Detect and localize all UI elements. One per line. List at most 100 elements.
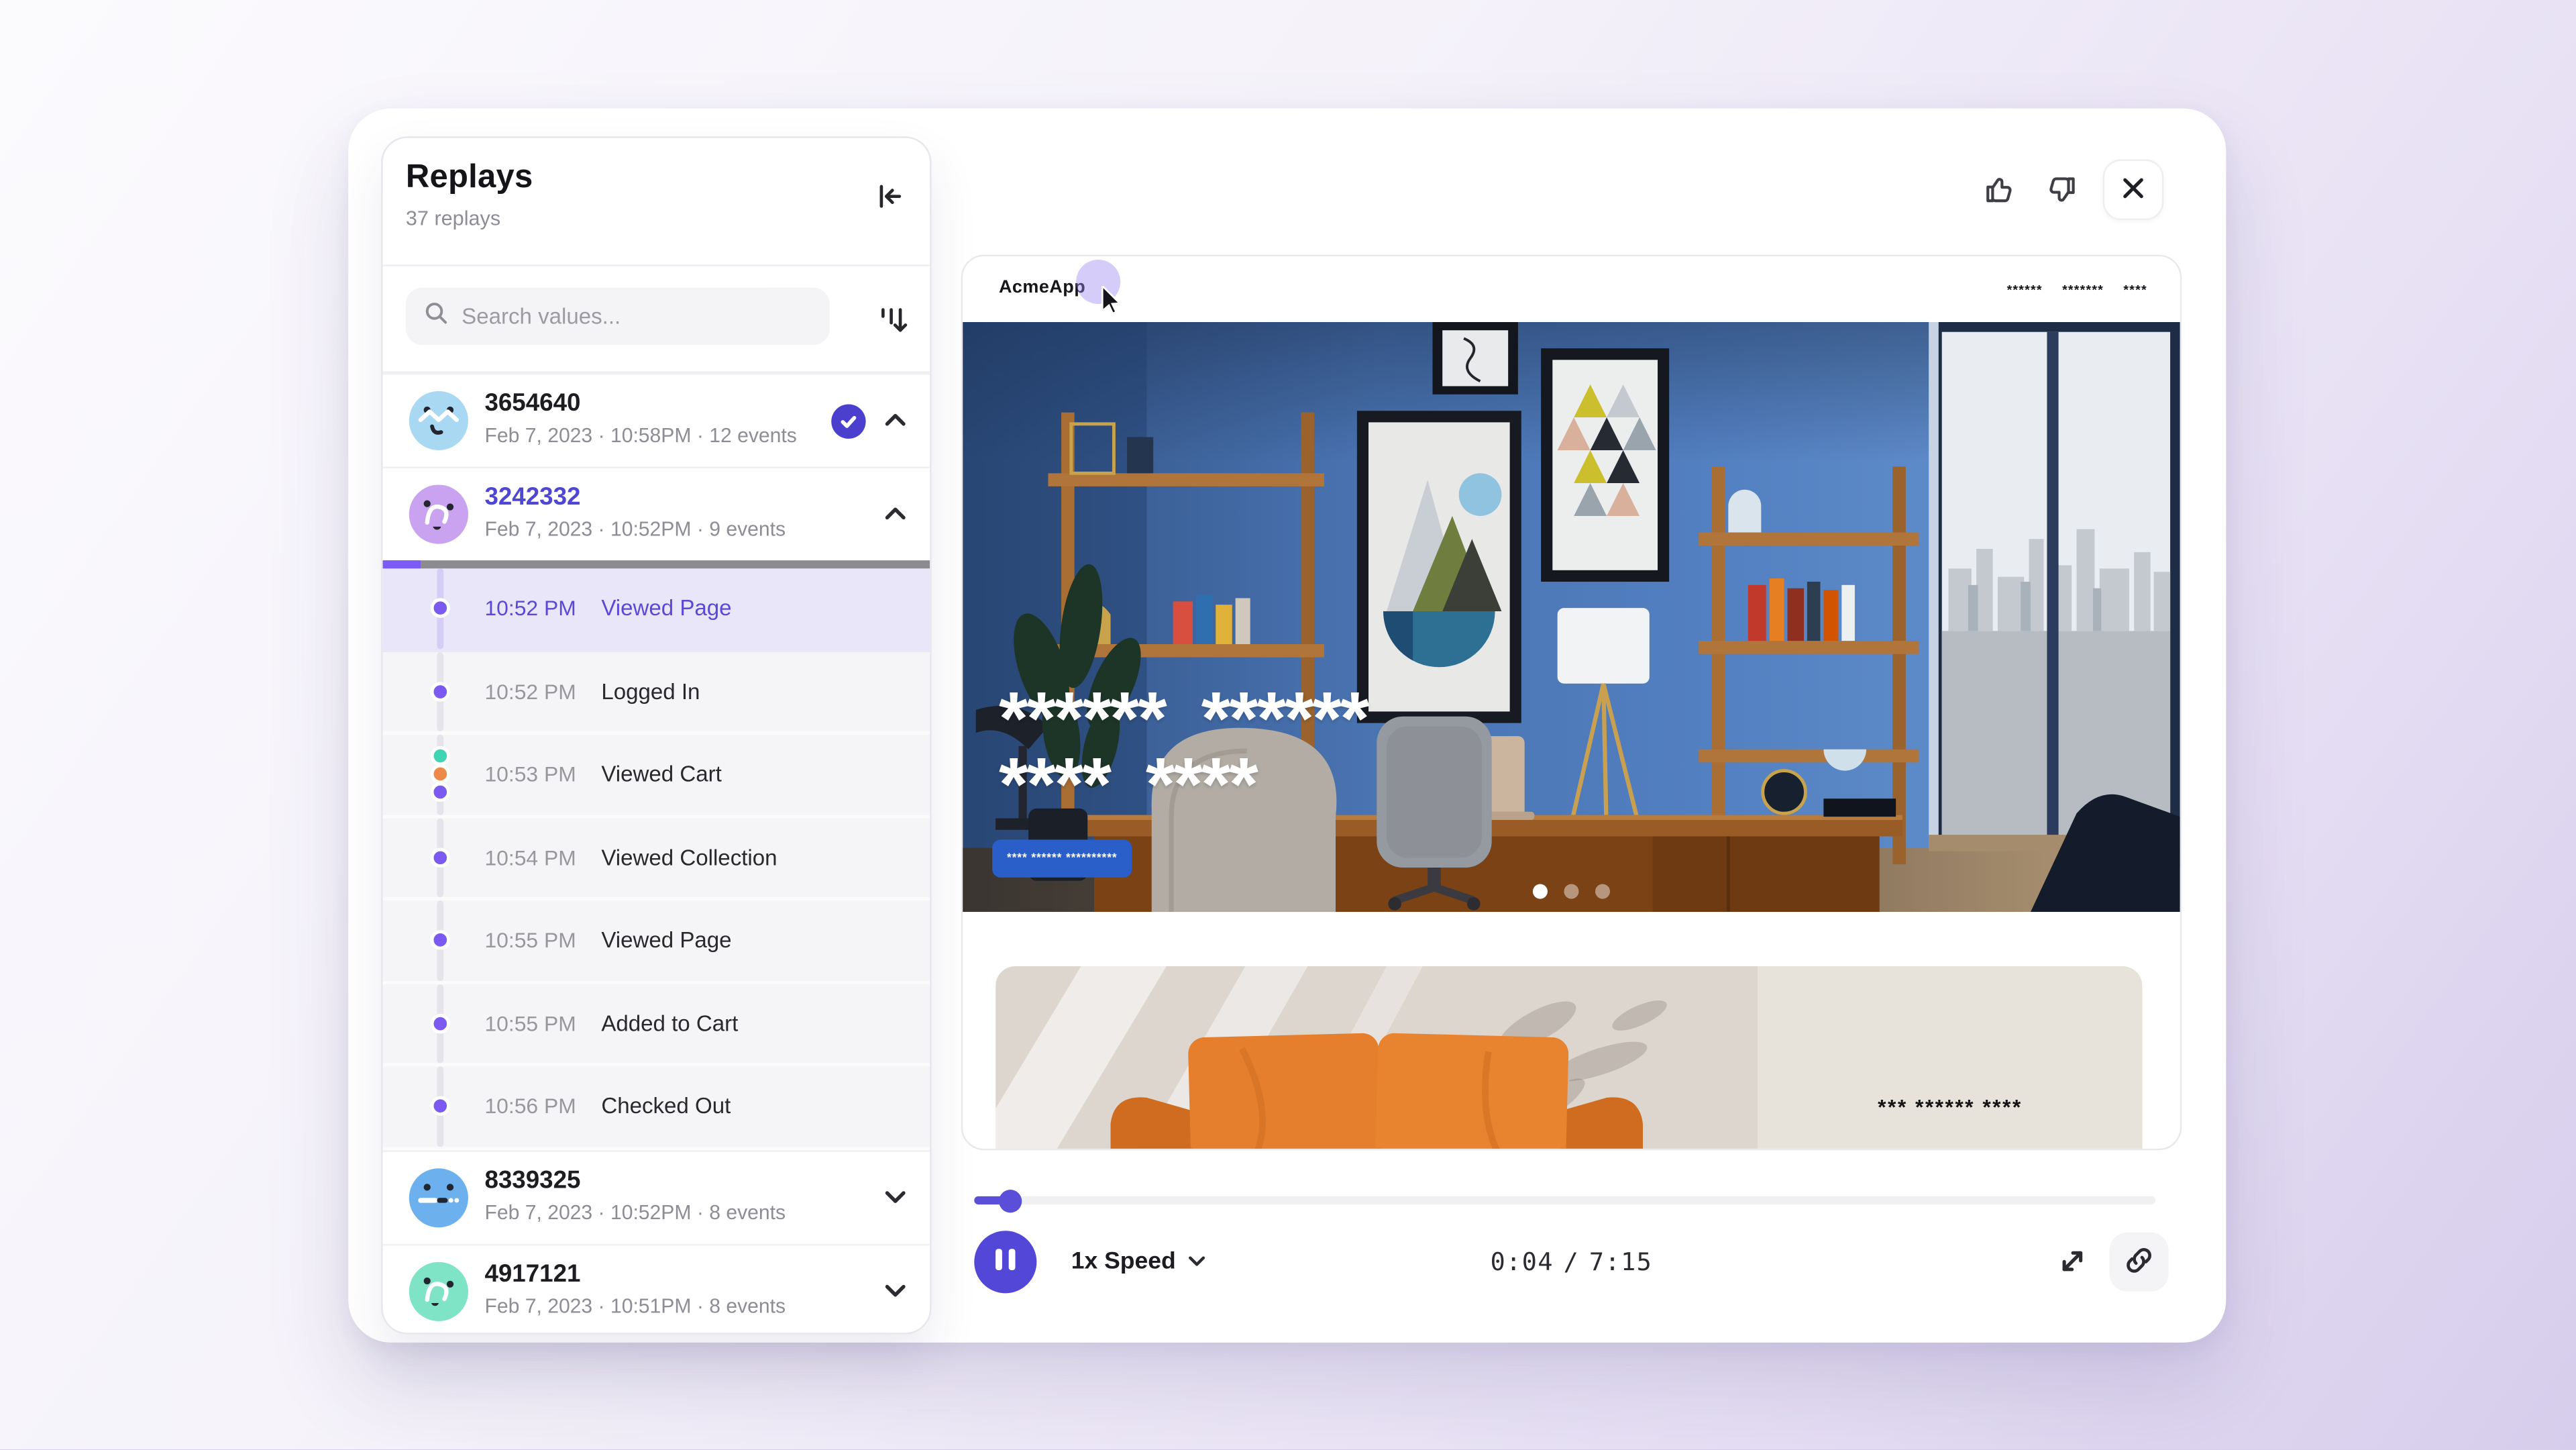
product-photo bbox=[996, 966, 1758, 1150]
event-row[interactable]: 10:52 PM Viewed Page bbox=[383, 568, 930, 652]
chevron-down-icon[interactable] bbox=[884, 1276, 907, 1306]
avatar bbox=[409, 484, 468, 543]
session-meta: Feb 7, 2023 · 10:52PM · 8 events bbox=[484, 1200, 786, 1223]
session-id: 3242332 bbox=[484, 483, 580, 511]
fullscreen-button[interactable] bbox=[2057, 1245, 2088, 1277]
close-icon bbox=[2121, 175, 2146, 205]
chevron-down-icon[interactable] bbox=[884, 1182, 907, 1212]
event-time: 10:55 PM bbox=[484, 1011, 576, 1036]
session-list: 3654640 Feb 7, 2023 · 10:58PM · 12 event… bbox=[383, 373, 930, 1335]
event-label: Viewed Page bbox=[601, 596, 731, 621]
replay-count: 37 replays bbox=[406, 207, 500, 230]
event-dot-icon bbox=[429, 931, 449, 950]
search-icon bbox=[424, 300, 449, 333]
search-input[interactable]: Search values... bbox=[406, 288, 830, 346]
session-id: 4917121 bbox=[484, 1259, 580, 1288]
event-time: 10:52 PM bbox=[484, 596, 576, 621]
event-row[interactable]: 10:55 PM Viewed Page bbox=[383, 900, 930, 984]
event-dot-icon bbox=[429, 1013, 449, 1033]
session-id: 8339325 bbox=[484, 1166, 580, 1194]
event-dot-icon bbox=[429, 682, 449, 701]
replay-viewport: AcmeApp ****** ******* **** bbox=[961, 255, 2182, 1151]
replayed-site-header: AcmeApp ****** ******* **** bbox=[963, 256, 2180, 322]
product-card-text-panel: *** ****** **** bbox=[1758, 966, 2142, 1150]
search-row: Search values... bbox=[383, 264, 930, 373]
nav-item-masked: ****** bbox=[2007, 282, 2043, 297]
collapse-panel-icon bbox=[874, 193, 906, 217]
event-time: 10:56 PM bbox=[484, 1094, 576, 1119]
event-row[interactable]: 10:56 PM Checked Out bbox=[383, 1066, 930, 1149]
screen: Replays 37 replays bbox=[0, 0, 2576, 1450]
avatar bbox=[409, 1168, 468, 1227]
event-dot-icon bbox=[429, 847, 449, 867]
header-actions bbox=[1981, 160, 2163, 221]
thumbs-up-icon bbox=[1981, 189, 2019, 214]
event-label: Viewed Cart bbox=[601, 762, 722, 787]
session-timeline-progress bbox=[383, 560, 421, 568]
event-label: Logged In bbox=[601, 679, 700, 704]
site-nav: ****** ******* **** bbox=[2007, 256, 2147, 322]
event-label: Viewed Collection bbox=[601, 845, 777, 870]
event-time: 10:54 PM bbox=[484, 845, 576, 870]
site-logo: AcmeApp bbox=[999, 278, 1085, 297]
copy-link-button[interactable] bbox=[2109, 1233, 2168, 1292]
time-separator: / bbox=[1564, 1247, 1580, 1277]
hero-banner: ****** ****** **** **** **** ****** ****… bbox=[963, 322, 2180, 912]
event-time: 10:53 PM bbox=[484, 762, 576, 787]
event-row[interactable]: 10:53 PM Viewed Cart bbox=[383, 735, 930, 818]
session-id: 3654640 bbox=[484, 389, 580, 417]
event-dot-teal-icon bbox=[429, 746, 449, 766]
event-label: Added to Cart bbox=[601, 1011, 738, 1036]
time-current: 0:04 bbox=[1491, 1247, 1554, 1277]
sidebar-header: Replays 37 replays bbox=[383, 138, 930, 265]
watched-check-badge bbox=[831, 403, 865, 437]
sort-button[interactable] bbox=[875, 303, 908, 337]
time-total: 7:15 bbox=[1589, 1247, 1652, 1277]
sort-descending-icon bbox=[875, 317, 908, 342]
event-time: 10:55 PM bbox=[484, 928, 576, 953]
chevron-up-icon[interactable] bbox=[884, 406, 907, 435]
event-label: Checked Out bbox=[601, 1094, 731, 1119]
nav-item-masked: **** bbox=[2123, 282, 2147, 297]
page-title: Replays bbox=[406, 160, 533, 197]
event-row[interactable]: 10:54 PM Viewed Collection bbox=[383, 817, 930, 900]
event-time: 10:52 PM bbox=[484, 679, 576, 704]
avatar bbox=[409, 391, 468, 450]
session-row[interactable]: 8339325 Feb 7, 2023 · 10:52PM · 8 events bbox=[383, 1149, 930, 1243]
nav-item-masked: ******* bbox=[2062, 282, 2104, 297]
close-button[interactable] bbox=[2103, 160, 2164, 221]
thumbs-down-icon bbox=[2042, 189, 2080, 214]
cursor-icon bbox=[1101, 286, 1127, 323]
thumbs-down-button[interactable] bbox=[2042, 171, 2080, 209]
session-meta: Feb 7, 2023 · 10:51PM · 8 events bbox=[484, 1294, 786, 1317]
session-row-selected[interactable]: 3242332 Feb 7, 2023 · 10:52PM · 9 events bbox=[383, 467, 930, 561]
expand-icon bbox=[2057, 1257, 2088, 1282]
link-icon bbox=[2125, 1245, 2154, 1279]
hero-cta-button-masked: **** ****** ********** bbox=[992, 839, 1132, 877]
hero-subtitle-masked: **** **** bbox=[999, 746, 1256, 822]
collapse-sidebar-button[interactable] bbox=[874, 180, 906, 212]
event-row[interactable]: 10:55 PM Added to Cart bbox=[383, 984, 930, 1067]
event-label: Viewed Page bbox=[601, 928, 731, 953]
session-row[interactable]: 3654640 Feb 7, 2023 · 10:58PM · 12 event… bbox=[383, 373, 930, 467]
carousel-dot bbox=[1595, 884, 1610, 899]
product-card: *** ****** **** bbox=[996, 966, 2142, 1150]
playback-time: 0:04 / 7:15 bbox=[961, 1231, 2182, 1293]
playback-knob[interactable] bbox=[999, 1189, 1022, 1212]
event-dot-icon bbox=[429, 1096, 449, 1116]
thumbs-up-button[interactable] bbox=[1981, 171, 2019, 209]
session-timeline-scrubber[interactable] bbox=[383, 560, 930, 568]
event-dot-icon bbox=[429, 782, 449, 802]
carousel-dot bbox=[1564, 884, 1578, 899]
carousel-dot-active bbox=[1533, 884, 1548, 899]
session-meta: Feb 7, 2023 · 10:52PM · 9 events bbox=[484, 517, 786, 540]
replay-modal: Replays 37 replays bbox=[348, 109, 2226, 1343]
product-title-masked: *** ****** **** bbox=[1758, 1094, 2142, 1119]
chevron-up-icon[interactable] bbox=[884, 499, 907, 529]
search-placeholder: Search values... bbox=[462, 304, 621, 329]
session-row[interactable]: 4917121 Feb 7, 2023 · 10:51PM · 8 events bbox=[383, 1243, 930, 1335]
event-row[interactable]: 10:52 PM Logged In bbox=[383, 652, 930, 735]
playback-scrubber[interactable] bbox=[974, 1196, 2155, 1204]
avatar bbox=[409, 1261, 468, 1320]
replays-sidebar: Replays 37 replays bbox=[381, 136, 931, 1334]
